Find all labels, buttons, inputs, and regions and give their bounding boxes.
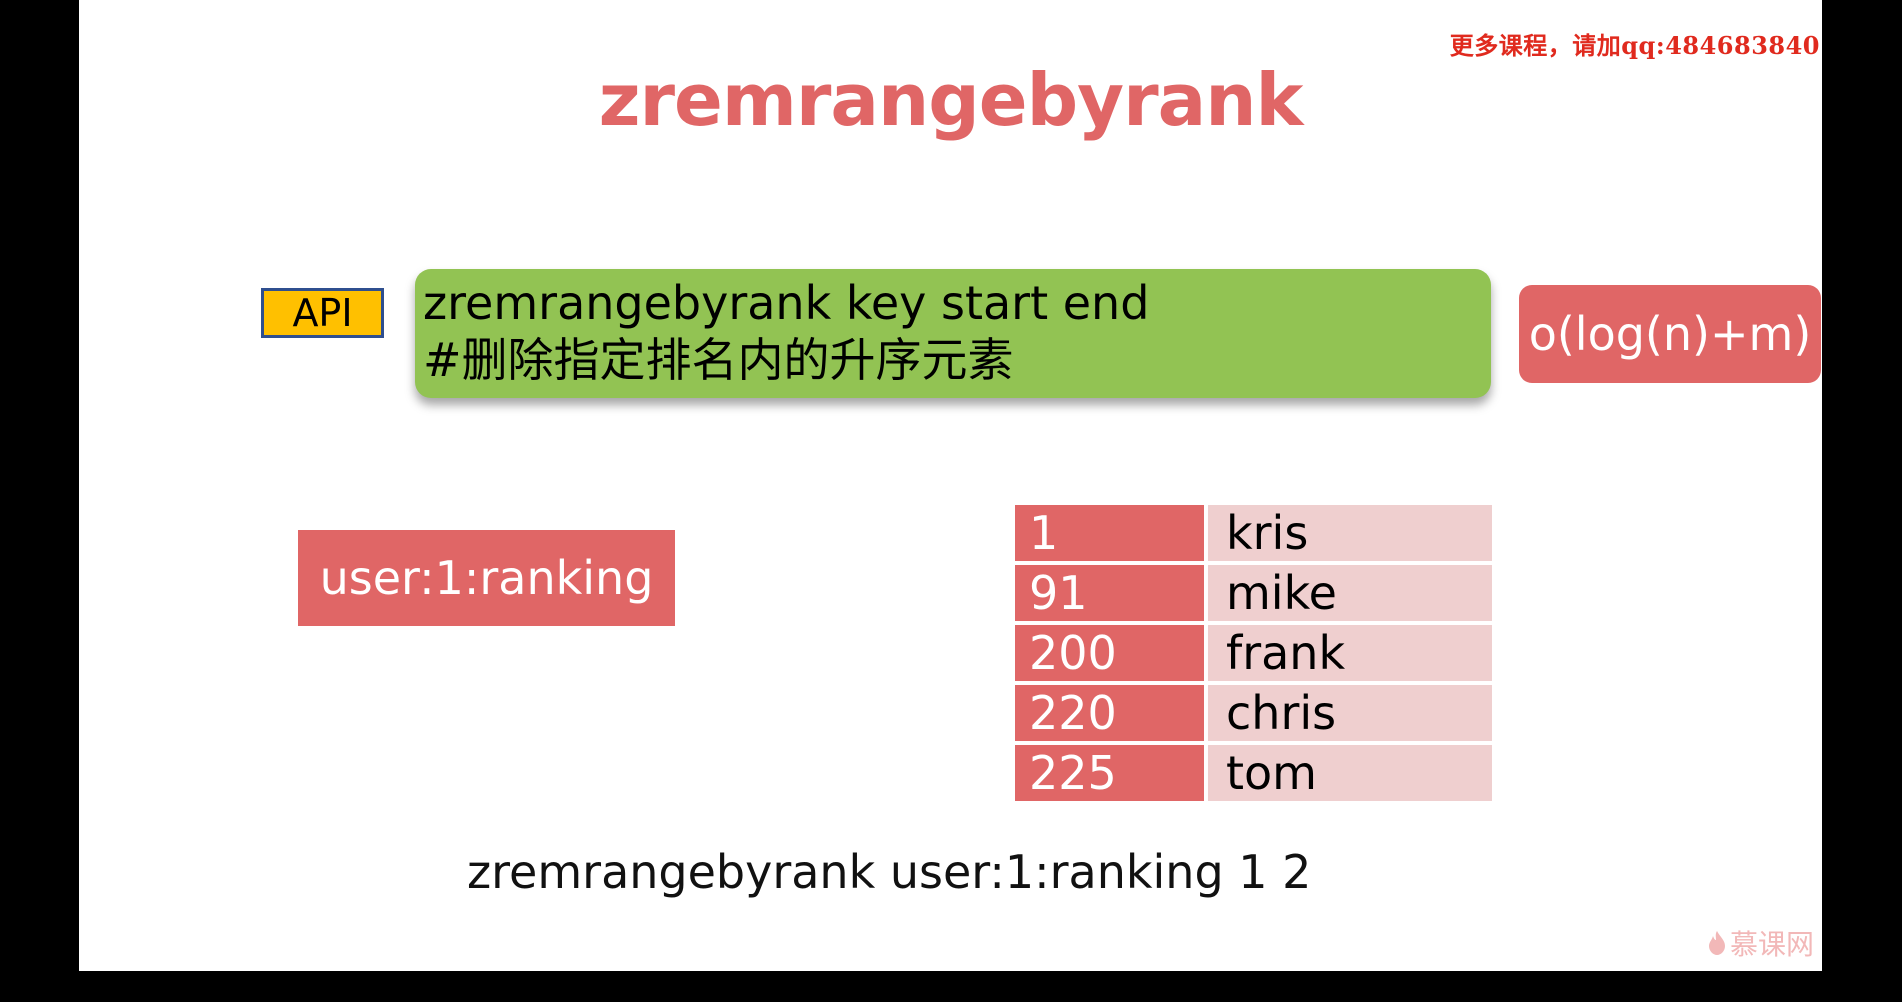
flame-icon [1708,930,1726,956]
score-cell: 91 [1015,563,1208,625]
member-cell: frank [1206,623,1492,685]
logo-text: 慕课网 [1729,928,1814,961]
brand-logo: 慕课网 [1708,923,1814,963]
slide: 更多课程，请加qq:484683840 zremrangebyrank API … [79,0,1822,971]
video-frame: 更多课程，请加qq:484683840 zremrangebyrank API … [0,0,1902,1002]
table-row: 220 chris [1015,683,1492,745]
example-command: zremrangebyrank user:1:ranking 1 2 [467,845,1312,899]
slide-title: zremrangebyrank [598,58,1304,142]
table-row: 91 mike [1015,563,1492,625]
table-row: 225 tom [1015,743,1492,801]
score-cell: 220 [1015,683,1208,745]
complexity-badge: o(log(n)+m) [1519,285,1821,383]
score-cell: 200 [1015,623,1208,685]
member-cell: mike [1206,563,1492,625]
table-row: 200 frank [1015,623,1492,685]
table-row: 1 kris [1015,505,1492,565]
key-name-box: user:1:ranking [298,530,675,626]
sorted-set-table: 1 kris 91 mike 200 frank 220 chris 225 t… [1015,505,1492,801]
command-description: #删除指定排名内的升序元素 [423,333,1014,387]
score-cell: 1 [1015,505,1208,565]
member-cell: tom [1206,743,1492,801]
watermark-text: 更多课程，请加qq:484683840 [1449,31,1820,60]
member-cell: kris [1206,505,1492,565]
command-box: zremrangebyrank key start end #删除指定排名内的升… [415,269,1491,398]
member-cell: chris [1206,683,1492,745]
score-cell: 225 [1015,743,1208,801]
command-syntax: zremrangebyrank key start end [423,276,1150,330]
api-badge: API [261,288,384,338]
